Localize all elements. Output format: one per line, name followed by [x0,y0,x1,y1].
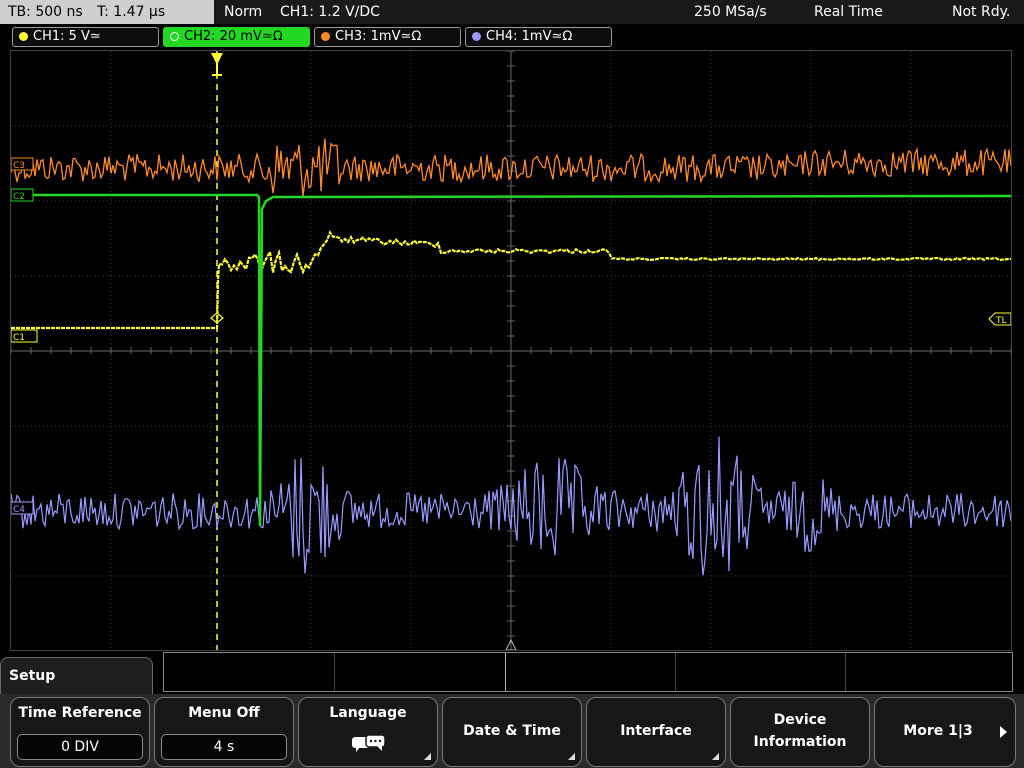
device-information-button[interactable]: Device Information [730,697,870,767]
trigger-state: Not Rdy. [952,4,1011,20]
date-time-button[interactable]: Date & Time [442,697,582,767]
interface-label: Interface [620,723,692,739]
ch4-offset-marker: C4 [11,501,34,515]
sample-rate[interactable]: 250 MSa/s [694,0,767,24]
time-reference-button[interactable]: Time Reference 0 DIV [10,697,150,767]
menu-off-label: Menu Off [188,705,260,721]
channel-tab-ch3[interactable]: CH3: 1mV≃Ω [314,27,461,47]
device-information-label-line1: Device [773,712,827,728]
interface-button[interactable]: Interface [586,697,726,767]
acquisition-mode[interactable]: Real Time [814,0,883,24]
mini-grid-line [334,653,335,691]
menu-off-value[interactable]: 4 s [161,734,287,760]
date-time-label: Date & Time [463,723,561,739]
submenu-indicator-icon [712,753,719,760]
chevron-right-icon [1000,726,1007,738]
time-reference-value[interactable]: 0 DIV [17,734,143,760]
menu-mini-graticule [163,652,1013,692]
trigger-time-value: T: 1.47 µs [97,4,166,20]
ch4-color-dot [472,32,481,41]
ch2-marker-label: C2 [13,192,25,202]
timebase-value: TB: 500 ns [8,4,83,20]
channel-tab-ch4[interactable]: CH4: 1mV≃Ω [465,27,612,47]
graticule-grid [11,51,1011,650]
mini-grid-line [845,653,846,691]
channel-tab-ch2[interactable]: CH2: 20 mV≃Ω [163,27,310,47]
ch1-marker-label: C1 [13,333,25,343]
language-label: Language [329,705,407,721]
ch2-offset-marker: C2 [11,188,34,202]
menu-off-button[interactable]: Menu Off 4 s [154,697,294,767]
ch3-offset-marker: C3 [11,157,34,171]
ch1-label: CH1: 5 V≃ [33,29,101,44]
ch3-color-dot [321,32,330,41]
time-reference-label: Time Reference [18,705,142,721]
trigger-level-label: TL [995,316,1007,326]
device-information-label-line2: Information [753,734,847,750]
ch3-marker-label: C3 [13,161,25,171]
speech-bubbles-icon [352,734,386,752]
ch1-color-dot [19,32,28,41]
trigger-source[interactable]: CH1: 1.2 V∕DC [280,0,380,24]
channel-tab-ch1[interactable]: CH1: 5 V≃ [12,27,159,47]
ch4-label: CH4: 1mV≃Ω [486,29,573,44]
more-button[interactable]: More 1|3 [874,697,1016,767]
ch2-label: CH2: 20 mV≃Ω [184,29,283,44]
mini-grid-line [675,653,676,691]
timebase-box[interactable]: TB: 500 ns T: 1.47 µs [0,0,214,24]
ch3-label: CH3: 1mV≃Ω [335,29,422,44]
status-bar: TB: 500 ns T: 1.47 µs Norm CH1: 1.2 V∕DC… [0,0,1024,24]
ch2-color-dot [170,32,179,41]
submenu-indicator-icon [424,753,431,760]
submenu-indicator-icon [568,753,575,760]
setup-menu-title: Setup [0,657,153,697]
trigger-mode[interactable]: Norm [224,0,262,24]
language-button[interactable]: Language [298,697,438,767]
ch4-marker-label: C4 [13,505,25,515]
trigger-level-marker: TL [988,312,1011,326]
ch1-offset-marker: C1 [11,329,38,343]
more-label: More 1|3 [903,723,973,739]
mini-grid-center-line [505,653,506,691]
waveform-display[interactable]: C3 C2 C1 C4 TL [10,50,1012,651]
